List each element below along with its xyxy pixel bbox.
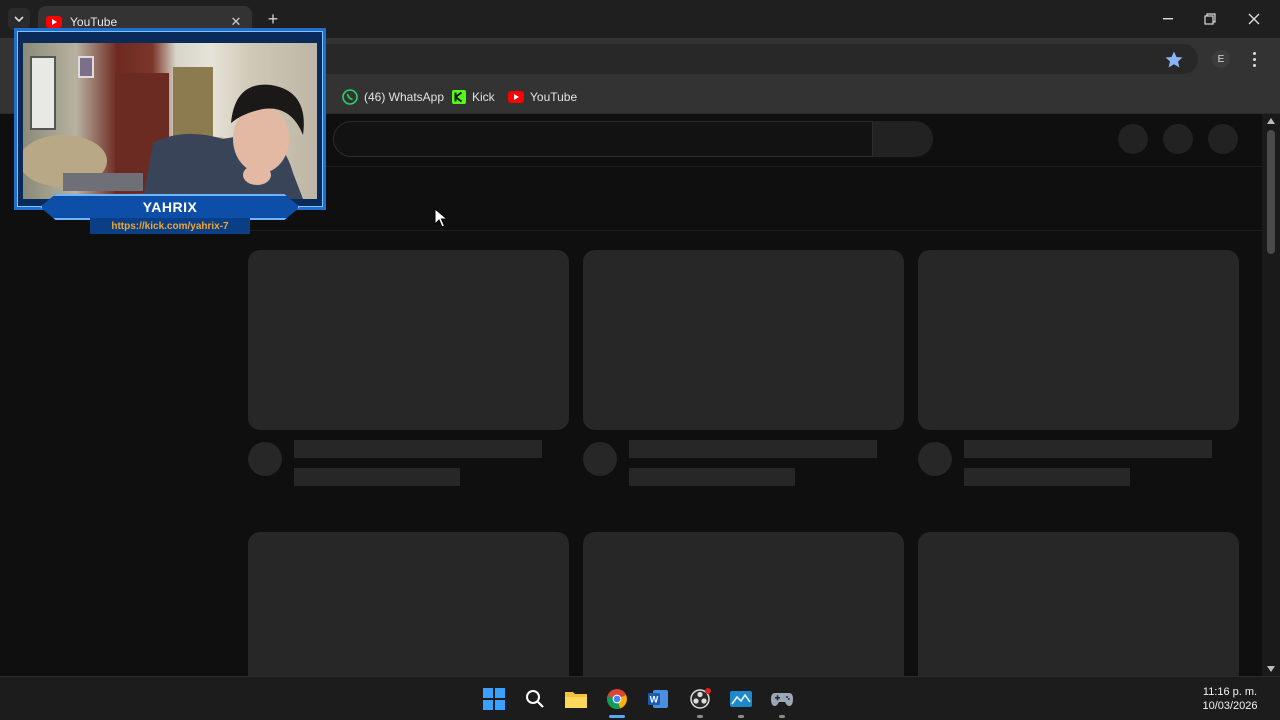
streamer-name-plate: YAHRIX: [40, 194, 300, 220]
restore-button[interactable]: [1196, 6, 1224, 32]
close-window-button[interactable]: [1240, 6, 1268, 32]
video-card-skeleton[interactable]: [918, 532, 1239, 676]
bookmark-youtube[interactable]: YouTube: [508, 86, 577, 108]
minimize-icon: [1163, 18, 1173, 20]
channel-avatar-placeholder: [583, 442, 617, 476]
video-card-skeleton[interactable]: [583, 532, 904, 676]
webcam-frame: [14, 28, 326, 210]
tab-search-button[interactable]: [8, 8, 30, 30]
webcam-scene-image: [23, 56, 304, 199]
browser-menu-icon[interactable]: [1246, 48, 1262, 70]
search-input[interactable]: [333, 121, 873, 157]
page-scrollbar[interactable]: [1262, 114, 1280, 676]
youtube-icon: [46, 16, 62, 28]
thumbnail-placeholder: [248, 250, 569, 430]
restore-icon: [1204, 13, 1216, 25]
title-placeholder: [294, 440, 542, 458]
scroll-up-icon[interactable]: [1266, 117, 1276, 125]
file-explorer-icon[interactable]: [562, 685, 590, 713]
scrollbar-thumb[interactable]: [1267, 130, 1275, 254]
active-app-indicator: [609, 715, 625, 718]
streamer-url: https://kick.com/yahrix-7: [111, 220, 229, 232]
placeholder-avatar[interactable]: [1208, 124, 1238, 154]
word-icon[interactable]: W: [644, 685, 672, 713]
running-app-indicator: [738, 715, 744, 718]
screen: YouTube ✕ + E (46) WhatsApp Kick YouTube…: [0, 0, 1280, 720]
bookmark-star-icon[interactable]: [1164, 50, 1184, 70]
placeholder-icon-button[interactable]: [1163, 124, 1193, 154]
windows-start-icon[interactable]: [480, 685, 508, 713]
header-divider: [248, 166, 1262, 167]
streamer-url-box: https://kick.com/yahrix-7: [90, 218, 250, 234]
channel-avatar-placeholder: [918, 442, 952, 476]
meta-placeholder: [629, 468, 795, 486]
chips-divider: [248, 230, 1262, 231]
kick-icon: [452, 90, 466, 104]
thumbnail-placeholder: [918, 532, 1239, 676]
channel-avatar-placeholder: [248, 442, 282, 476]
chevron-down-icon: [14, 16, 24, 22]
streamer-name: YAHRIX: [142, 199, 198, 215]
bookmark-label: YouTube: [530, 90, 578, 104]
meta-placeholder: [294, 468, 460, 486]
search-icon[interactable]: [521, 685, 549, 713]
running-app-indicator: [779, 715, 785, 718]
title-placeholder: [964, 440, 1212, 458]
obs-icon[interactable]: [686, 685, 714, 713]
whatsapp-icon: [342, 89, 358, 105]
thumbnail-placeholder: [583, 532, 904, 676]
clock-date: 10/03/2026: [1202, 700, 1258, 712]
tab-title: YouTube: [70, 15, 118, 29]
title-placeholder: [629, 440, 877, 458]
search-button[interactable]: [873, 121, 933, 157]
bookmark-kick[interactable]: Kick: [452, 86, 495, 108]
monitor-app-icon[interactable]: [727, 685, 755, 713]
minimize-button[interactable]: [1154, 6, 1182, 32]
thumbnail-placeholder: [583, 250, 904, 430]
taskbar: W 11:16 p. m. 10/03/2026: [0, 676, 1280, 720]
clock-time: 11:16 p. m.: [1202, 686, 1258, 698]
video-card-skeleton[interactable]: [583, 250, 904, 490]
close-icon: [1248, 13, 1260, 25]
video-card-skeleton[interactable]: [918, 250, 1239, 490]
bookmark-label: Kick: [472, 90, 495, 104]
thumbnail-placeholder: [918, 250, 1239, 430]
system-clock[interactable]: 11:16 p. m. 10/03/2026: [1190, 685, 1270, 713]
placeholder-icon-button[interactable]: [1118, 124, 1148, 154]
webcam-overlay: YAHRIX https://kick.com/yahrix-7: [14, 28, 326, 240]
thumbnail-placeholder: [248, 532, 569, 676]
controller-icon[interactable]: [768, 685, 796, 713]
chrome-icon[interactable]: [603, 685, 631, 713]
meta-placeholder: [964, 468, 1130, 486]
profile-avatar[interactable]: E: [1212, 50, 1230, 68]
video-card-skeleton[interactable]: [248, 532, 569, 676]
svg-text:W: W: [650, 695, 659, 705]
bookmark-label: (46) WhatsApp: [364, 90, 445, 104]
running-app-indicator: [697, 715, 703, 718]
video-card-skeleton[interactable]: [248, 250, 569, 490]
bookmark-whatsapp[interactable]: (46) WhatsApp: [342, 86, 444, 108]
scroll-down-icon[interactable]: [1266, 665, 1276, 673]
youtube-icon: [508, 91, 524, 103]
new-tab-button[interactable]: +: [262, 8, 284, 30]
webcam-video: [23, 43, 317, 199]
mouse-cursor-icon: [434, 208, 448, 228]
